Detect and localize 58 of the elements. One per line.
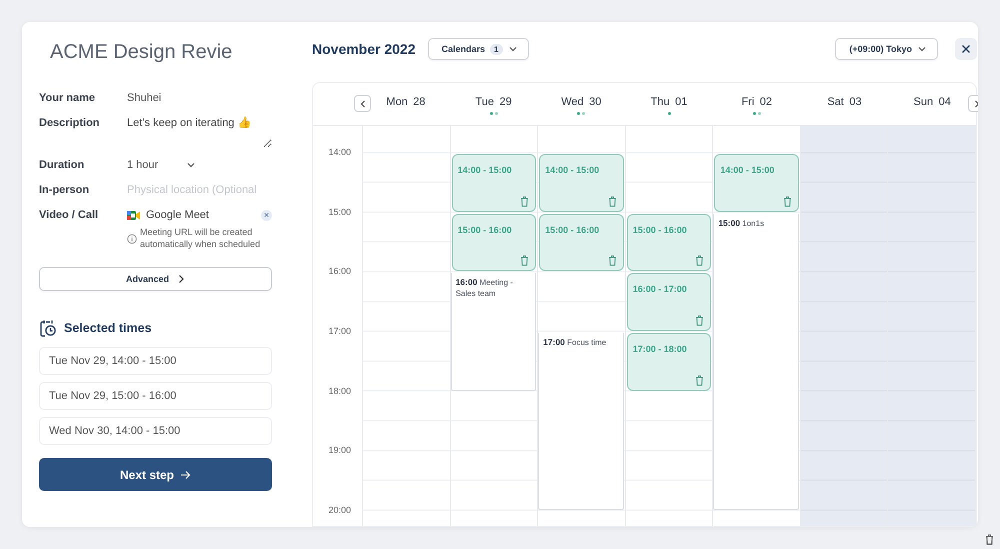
title-field[interactable]: ACME Design Revie xyxy=(50,39,275,65)
remove-button[interactable]: × xyxy=(261,210,272,220)
selected-time-item[interactable]: Tue Nov 29, 15:00 - 16:00 xyxy=(39,382,272,410)
field-label: Video / Call xyxy=(39,208,100,222)
busy-event: 17:00 Focus time xyxy=(538,333,624,510)
time-label: 16:00 xyxy=(328,266,351,276)
calendar-clock-icon xyxy=(39,319,57,337)
day-header: Mon 28 xyxy=(386,96,426,108)
chevron-right-icon xyxy=(177,274,185,284)
day-header: Fri 02 xyxy=(741,96,772,108)
chevron-right-icon xyxy=(972,100,978,108)
busy-event: 15:00 1on1s xyxy=(713,214,799,510)
next-step-button[interactable]: Next step xyxy=(39,458,272,491)
description-field[interactable]: Let’s keep on iterating 👍 xyxy=(127,116,272,148)
time-label: 15:00 xyxy=(328,206,351,217)
close-icon xyxy=(961,44,971,54)
info-icon xyxy=(127,234,137,244)
count-badge: 1 xyxy=(490,44,502,55)
trash-icon xyxy=(695,255,704,266)
busy-event: 16:00 Meeting - Sales team xyxy=(450,273,536,391)
time-label: 14:00 xyxy=(328,147,351,158)
day-header: Wed 30 xyxy=(561,96,602,108)
time-label: 19:00 xyxy=(328,445,351,456)
chevron-left-icon xyxy=(358,100,366,108)
trash-icon xyxy=(520,255,530,266)
arrow-right-icon xyxy=(180,470,192,480)
field-label: In-person xyxy=(39,183,90,197)
day-header: Thu 01 xyxy=(650,96,688,108)
day-header: Sat 03 xyxy=(827,96,862,108)
chevron-down-icon xyxy=(186,160,196,170)
time-label: 20:00 xyxy=(328,504,351,515)
time-label: 18:00 xyxy=(328,386,351,396)
meeting-provider: Google Meet xyxy=(146,209,210,221)
text-field[interactable]: Shuhei xyxy=(127,91,269,105)
calendars-dropdown[interactable]: Calendars 1 xyxy=(428,38,528,60)
trash-icon xyxy=(782,196,792,207)
video-camera-icon xyxy=(127,210,140,220)
day-header: Sun 04 xyxy=(914,96,951,108)
time-label: 17:00 xyxy=(328,326,351,336)
month-title: November 2022 xyxy=(312,41,416,58)
field-label: Description xyxy=(39,116,101,130)
section-heading: Selected times xyxy=(64,321,152,335)
field-label: Duration xyxy=(39,158,86,172)
advanced-button[interactable]: Advanced xyxy=(39,267,272,291)
duration-select[interactable]: 1 hour xyxy=(127,158,196,172)
trash-icon xyxy=(695,315,704,326)
field-label: Your name xyxy=(39,91,96,105)
trash-icon xyxy=(608,255,617,266)
previous-week-button[interactable] xyxy=(354,95,371,112)
selected-time-item[interactable]: Tue Nov 29, 14:00 - 15:00 xyxy=(39,347,272,375)
timezone-dropdown[interactable]: (+09:00) Tokyo xyxy=(835,38,938,60)
trash-icon xyxy=(520,196,530,207)
close-button[interactable] xyxy=(955,38,977,60)
trash-icon xyxy=(695,374,704,386)
text-field[interactable]: Physical location (Optional xyxy=(127,183,269,197)
info-note: Meeting URL will be created automatically when scheduled xyxy=(140,227,262,250)
trash-icon xyxy=(608,196,617,207)
day-header: Tue 29 xyxy=(475,96,512,108)
